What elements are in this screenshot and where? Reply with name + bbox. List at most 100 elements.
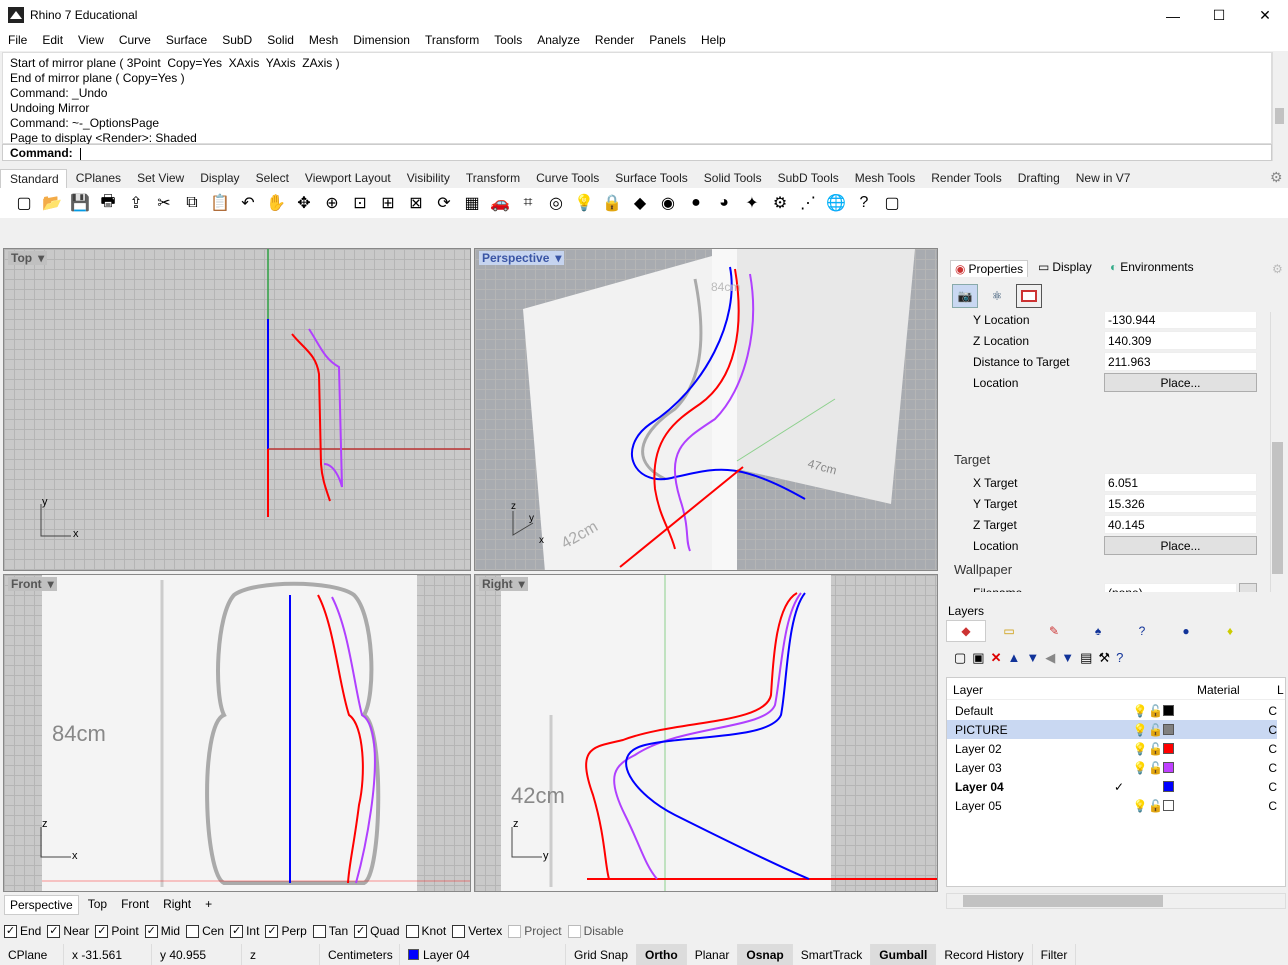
tab-display[interactable]: ▭ Display xyxy=(1038,260,1092,274)
molecule-icon[interactable]: ⚛ xyxy=(984,284,1010,308)
lock-icon[interactable]: 🔓 xyxy=(1148,742,1163,756)
material-icon[interactable]: ✦ xyxy=(738,190,766,216)
viewport-perspective[interactable]: 84cm 42cm 47cm z y x Perspective ▾ xyxy=(474,248,938,571)
history-scrollbar[interactable] xyxy=(1272,52,1286,144)
toggle-filter[interactable]: Filter xyxy=(1033,944,1077,965)
tab-viewport-layout[interactable]: Viewport Layout xyxy=(296,169,398,188)
export-icon[interactable]: ⇪ xyxy=(122,190,150,216)
menu-analyze[interactable]: Analyze xyxy=(529,31,587,51)
layer-color[interactable] xyxy=(1163,743,1174,754)
tab-render-tools[interactable]: Render Tools xyxy=(922,169,1009,188)
rotate-icon[interactable]: ⟳ xyxy=(430,190,458,216)
minimize-button[interactable]: — xyxy=(1150,0,1196,31)
current-check[interactable]: ✓ xyxy=(1114,780,1133,794)
tab-surface-tools[interactable]: Surface Tools xyxy=(606,169,695,188)
browse-button[interactable]: ... xyxy=(1239,583,1257,592)
osnap-quad[interactable]: ✓ Quad xyxy=(354,924,400,938)
delete-icon[interactable]: ✕ xyxy=(991,650,1002,666)
osnap-project[interactable]: Project xyxy=(508,924,562,938)
layers-tab-icon[interactable]: ◆ xyxy=(946,620,986,642)
status-units[interactable]: Centimeters xyxy=(320,944,400,965)
osnap-checkbox[interactable] xyxy=(312,924,326,938)
panel-gear-icon[interactable]: ⚙ xyxy=(1272,262,1283,276)
shade-icon[interactable]: ● xyxy=(682,190,710,216)
prop-value[interactable]: 40.145 xyxy=(1104,515,1257,534)
move-up-icon[interactable]: ▲ xyxy=(1008,650,1021,666)
viewport-label-right[interactable]: Right ▾ xyxy=(479,577,528,591)
viewport-right[interactable]: 42cm z y Right ▾ xyxy=(474,574,938,892)
brush-icon[interactable]: ✎ xyxy=(1032,624,1076,638)
tab-standard[interactable]: Standard xyxy=(0,169,67,188)
lock-icon[interactable]: 🔓 xyxy=(1148,799,1163,813)
cplane-icon[interactable]: ◎ xyxy=(542,190,570,216)
gumball-icon[interactable]: ⚙ xyxy=(766,190,794,216)
prop-value[interactable]: -130.944 xyxy=(1104,312,1257,329)
layer-color[interactable] xyxy=(1163,762,1174,773)
layer-color[interactable] xyxy=(1163,800,1174,811)
color-icon[interactable]: ◉ xyxy=(654,190,682,216)
grid-icon[interactable]: ⌗ xyxy=(514,190,542,216)
layer-color[interactable] xyxy=(1163,705,1174,716)
menu-tools[interactable]: Tools xyxy=(486,31,529,51)
lock-icon[interactable]: 🔓 xyxy=(1148,761,1163,775)
gear-icon[interactable]: ⚙ xyxy=(1270,169,1283,186)
osnap-checkbox[interactable] xyxy=(186,924,200,938)
osnap-near[interactable]: ✓ Near xyxy=(47,924,89,938)
bell-icon[interactable]: ♠ xyxy=(1076,624,1120,638)
osnap-checkbox[interactable]: ✓ xyxy=(265,924,279,938)
open-icon[interactable]: 📂 xyxy=(38,190,66,216)
frame-icon[interactable] xyxy=(1016,284,1042,308)
viewport-label-perspective[interactable]: Perspective ▾ xyxy=(479,251,565,265)
zoom-icon[interactable]: ⊕ xyxy=(318,190,346,216)
hammer-icon[interactable]: ⚒ xyxy=(1098,650,1110,666)
tab-set-view[interactable]: Set View xyxy=(128,169,191,188)
new-icon[interactable]: ▢ xyxy=(10,190,38,216)
car-icon[interactable]: 🚗 xyxy=(486,190,514,216)
menu-panels[interactable]: Panels xyxy=(641,31,693,51)
tab-transform[interactable]: Transform xyxy=(457,169,527,188)
tools-icon[interactable]: ▤ xyxy=(1080,650,1092,666)
menu-solid[interactable]: Solid xyxy=(259,31,301,51)
viewport-top[interactable]: Top ▾ y x xyxy=(3,248,471,571)
layer-row[interactable]: Layer 04 ✓ C xyxy=(947,777,1277,796)
zoom-window-icon[interactable]: ⊡ xyxy=(346,190,374,216)
osnap-checkbox[interactable]: ✓ xyxy=(95,924,109,938)
new-sublayer-icon[interactable]: ▣ xyxy=(972,650,984,666)
close-button[interactable]: ✕ xyxy=(1242,0,1288,31)
layer-row[interactable]: Layer 03 💡 🔓 C xyxy=(947,758,1277,777)
move-icon[interactable]: ✥ xyxy=(290,190,318,216)
osnap-checkbox[interactable]: ✓ xyxy=(354,924,368,938)
move-left-icon[interactable]: ◀ xyxy=(1045,650,1055,666)
osnap-tan[interactable]: Tan xyxy=(312,924,348,938)
save-icon[interactable]: 💾 xyxy=(66,190,94,216)
osnap-perp[interactable]: ✓ Perp xyxy=(265,924,307,938)
layer-color[interactable] xyxy=(1163,724,1174,735)
settings-icon[interactable]: ⋰ xyxy=(794,190,822,216)
four-view-icon[interactable]: ▦ xyxy=(458,190,486,216)
tab-select[interactable]: Select xyxy=(247,169,296,188)
prop-value[interactable]: 15.326 xyxy=(1104,494,1257,513)
menu-transform[interactable]: Transform xyxy=(417,31,486,51)
osnap-end[interactable]: ✓ End xyxy=(4,924,41,938)
menu-help[interactable]: Help xyxy=(693,31,733,51)
vptab-perspective[interactable]: Perspective xyxy=(4,895,79,915)
move-down-icon[interactable]: ▼ xyxy=(1026,650,1039,666)
osnap-checkbox[interactable] xyxy=(405,924,419,938)
osnap-checkbox[interactable] xyxy=(508,924,522,938)
prop-value[interactable]: 6.051 xyxy=(1104,473,1257,492)
osnap-mid[interactable]: ✓ Mid xyxy=(144,924,180,938)
help-icon[interactable]: ▢ xyxy=(878,190,906,216)
points-icon[interactable]: 🌐 xyxy=(822,190,850,216)
lock-icon[interactable]: 🔓 xyxy=(1148,723,1163,737)
layer-row[interactable]: Layer 02 💡 🔓 C xyxy=(947,739,1277,758)
vptab-top[interactable]: Top xyxy=(83,895,112,915)
layer-row[interactable]: Default 💡 🔓 C xyxy=(947,701,1277,720)
bulb-icon[interactable]: 💡 xyxy=(1133,704,1148,718)
light-icon[interactable]: ♦ xyxy=(1208,624,1252,638)
layer-color[interactable] xyxy=(1163,781,1174,792)
globe-icon[interactable]: ? xyxy=(850,190,878,216)
menu-dimension[interactable]: Dimension xyxy=(345,31,417,51)
tab-visibility[interactable]: Visibility xyxy=(398,169,457,188)
toggle-record-history[interactable]: Record History xyxy=(936,944,1033,965)
osnap-int[interactable]: ✓ Int xyxy=(230,924,259,938)
